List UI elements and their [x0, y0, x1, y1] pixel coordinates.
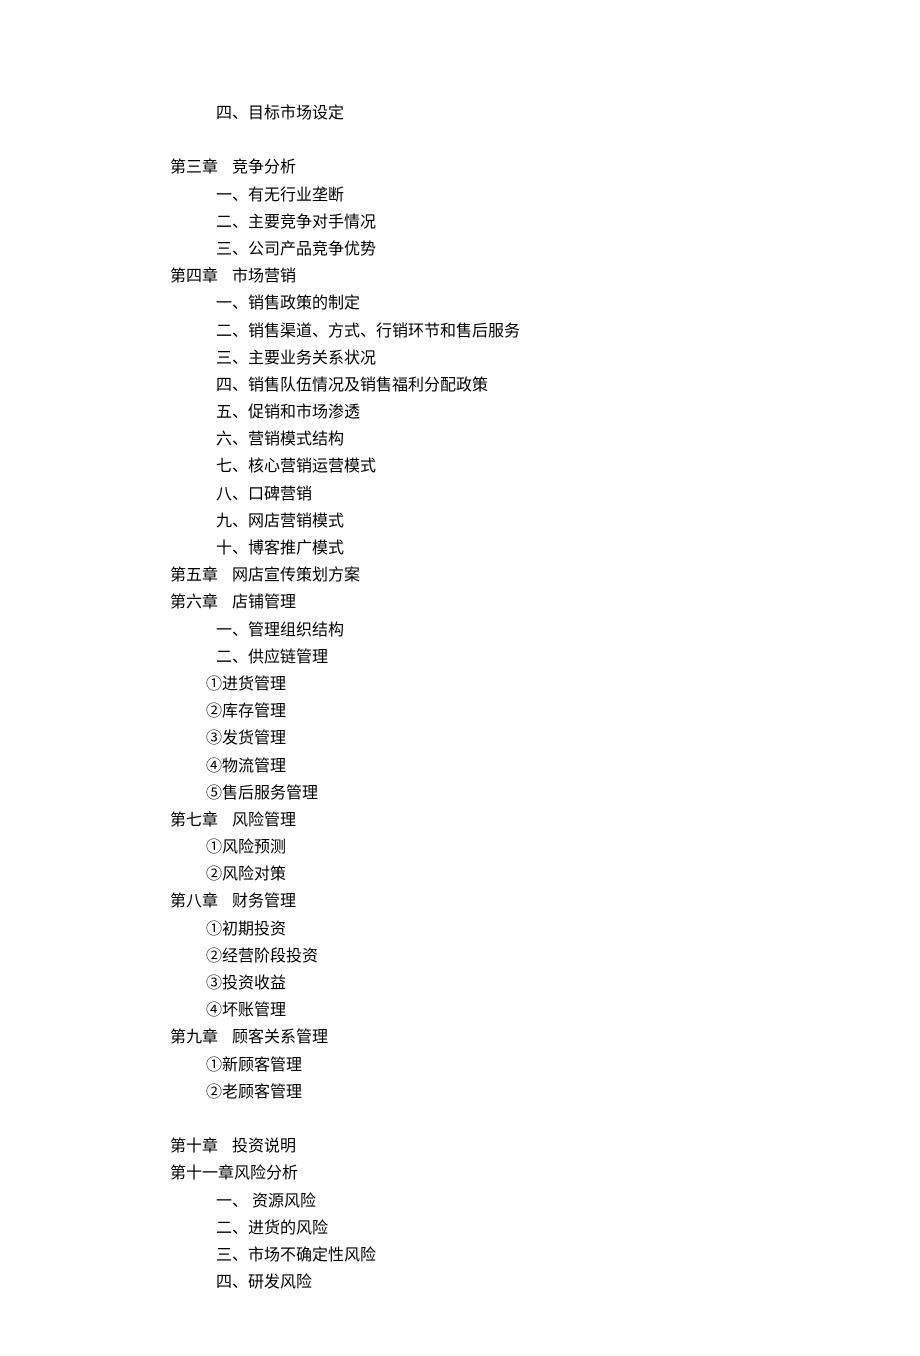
- chapter-title: 风险分析: [234, 1160, 298, 1187]
- document-content: 四、目标市场设定第三章竞争分析一、有无行业垄断二、主要竞争对手情况三、公司产品竞…: [170, 100, 920, 1296]
- chapter-title: 网店宣传策划方案: [232, 562, 360, 589]
- chapter-heading: 第六章店铺管理: [170, 589, 920, 616]
- chapter-label: 第七章: [170, 807, 218, 834]
- chapter-label: 第十一章: [170, 1160, 234, 1187]
- toc-item: 二、进货的风险: [170, 1215, 920, 1242]
- toc-item: 八、口碑营销: [170, 481, 920, 508]
- toc-item: 九、网店营销模式: [170, 508, 920, 535]
- toc-item: 二、主要竞争对手情况: [170, 209, 920, 236]
- chapter-heading: 第七章风险管理: [170, 807, 920, 834]
- chapter-title: 竞争分析: [232, 154, 296, 181]
- toc-item: ③投资收益: [170, 970, 920, 997]
- toc-item: 五、促销和市场渗透: [170, 399, 920, 426]
- chapter-label: 第三章: [170, 154, 218, 181]
- toc-item: 一、有无行业垄断: [170, 182, 920, 209]
- toc-item: 二、供应链管理: [170, 644, 920, 671]
- toc-item: 三、市场不确定性风险: [170, 1242, 920, 1269]
- toc-item: ④坏账管理: [170, 997, 920, 1024]
- toc-item: 四、目标市场设定: [170, 100, 920, 127]
- toc-item: 七、核心营销运营模式: [170, 453, 920, 480]
- toc-item: 一、管理组织结构: [170, 617, 920, 644]
- chapter-heading: 第五章网店宣传策划方案: [170, 562, 920, 589]
- toc-item: ②老顾客管理: [170, 1079, 920, 1106]
- blank-line: [170, 127, 920, 154]
- toc-item: ①初期投资: [170, 916, 920, 943]
- toc-item: ④物流管理: [170, 753, 920, 780]
- chapter-title: 店铺管理: [232, 589, 296, 616]
- chapter-title: 风险管理: [232, 807, 296, 834]
- toc-item: 三、公司产品竞争优势: [170, 236, 920, 263]
- chapter-label: 第四章: [170, 263, 218, 290]
- toc-item: ①风险预测: [170, 834, 920, 861]
- chapter-heading: 第十一章风险分析: [170, 1160, 920, 1187]
- chapter-heading: 第三章竞争分析: [170, 154, 920, 181]
- toc-item: ②经营阶段投资: [170, 943, 920, 970]
- toc-item: ②库存管理: [170, 698, 920, 725]
- chapter-heading: 第四章市场营销: [170, 263, 920, 290]
- toc-item: ①进货管理: [170, 671, 920, 698]
- toc-item: 二、销售渠道、方式、行销环节和售后服务: [170, 318, 920, 345]
- toc-item: 六、营销模式结构: [170, 426, 920, 453]
- toc-item: ②风险对策: [170, 861, 920, 888]
- chapter-heading: 第九章顾客关系管理: [170, 1024, 920, 1051]
- toc-item: ③发货管理: [170, 725, 920, 752]
- chapter-title: 财务管理: [232, 888, 296, 915]
- chapter-label: 第九章: [170, 1024, 218, 1051]
- chapter-title: 市场营销: [232, 263, 296, 290]
- chapter-label: 第六章: [170, 589, 218, 616]
- chapter-heading: 第八章财务管理: [170, 888, 920, 915]
- chapter-title: 投资说明: [232, 1133, 296, 1160]
- toc-item: 一、 资源风险: [170, 1188, 920, 1215]
- chapter-label: 第十章: [170, 1133, 218, 1160]
- chapter-label: 第八章: [170, 888, 218, 915]
- chapter-heading: 第十章投资说明: [170, 1133, 920, 1160]
- toc-item: 十、博客推广模式: [170, 535, 920, 562]
- toc-item: 四、研发风险: [170, 1269, 920, 1296]
- blank-line: [170, 1106, 920, 1133]
- toc-item: ①新顾客管理: [170, 1052, 920, 1079]
- toc-item: ⑤售后服务管理: [170, 780, 920, 807]
- toc-item: 四、销售队伍情况及销售福利分配政策: [170, 372, 920, 399]
- chapter-label: 第五章: [170, 562, 218, 589]
- toc-item: 三、主要业务关系状况: [170, 345, 920, 372]
- toc-item: 一、销售政策的制定: [170, 290, 920, 317]
- chapter-title: 顾客关系管理: [232, 1024, 328, 1051]
